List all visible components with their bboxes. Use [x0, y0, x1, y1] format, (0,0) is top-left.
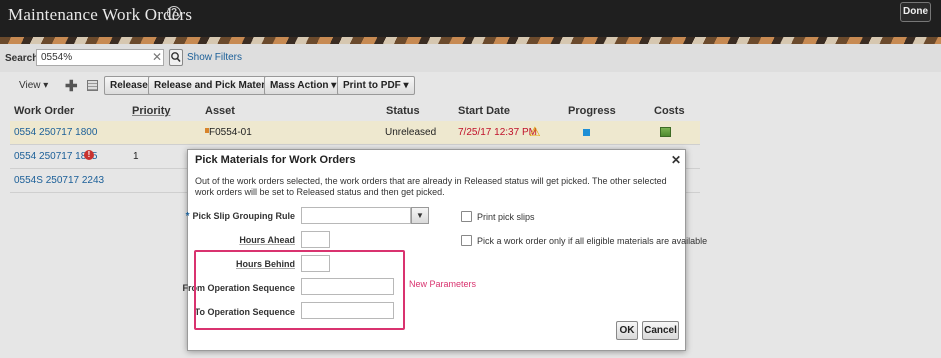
error-icon: !	[84, 150, 94, 160]
required-icon: *	[185, 211, 190, 222]
decorative-banner	[0, 37, 941, 44]
work-order-link[interactable]: 0554S 250717 2243	[14, 175, 104, 186]
print-to-pdf-button[interactable]: Print to PDF ▾	[337, 76, 415, 95]
priority-cell: 1	[133, 151, 139, 162]
column-costs[interactable]: Costs	[654, 105, 685, 117]
pick-all-eligible-label: Pick a work order only if all eligible m…	[477, 236, 708, 246]
close-icon[interactable]: ✕	[671, 153, 681, 167]
search-icon	[171, 52, 181, 63]
hours-ahead-input[interactable]	[301, 231, 330, 248]
mass-action-button[interactable]: Mass Action ▾	[264, 76, 343, 95]
grouping-rule-select[interactable]	[301, 207, 411, 224]
status-cell: Unreleased	[385, 127, 437, 138]
print-pick-slips-checkbox[interactable]	[461, 211, 472, 222]
search-bar: Search 0554% ✕ Show Filters	[0, 44, 941, 72]
table-header: Work Order Priority Asset Status Start D…	[0, 102, 941, 119]
column-status[interactable]: Status	[386, 105, 420, 117]
show-filters-link[interactable]: Show Filters	[187, 52, 242, 63]
search-label: Search	[5, 53, 39, 64]
column-progress[interactable]: Progress	[568, 105, 616, 117]
cancel-button[interactable]: Cancel	[642, 321, 679, 340]
progress-icon	[583, 129, 590, 136]
print-pick-slips-label: Print pick slips	[477, 212, 535, 222]
help-icon[interactable]: ?	[167, 6, 181, 20]
chevron-down-icon[interactable]: ▼	[411, 207, 429, 224]
app-header: Maintenance Work Orders ? Done	[0, 0, 941, 37]
view-menu[interactable]: View ▾	[19, 80, 48, 91]
add-icon[interactable]: ✚	[65, 77, 78, 95]
toolbar: View ▾ ✚ Release Release and Pick Materi…	[0, 74, 941, 98]
ok-button[interactable]: OK	[616, 321, 638, 340]
dialog-title: Pick Materials for Work Orders	[195, 154, 356, 166]
column-asset[interactable]: Asset	[205, 105, 235, 117]
clear-icon[interactable]: ✕	[152, 49, 162, 66]
search-button[interactable]	[169, 49, 183, 66]
dialog-description: Out of the work orders selected, the wor…	[195, 176, 667, 197]
hours-ahead-label: Hours Ahead	[239, 235, 295, 245]
column-priority[interactable]: Priority	[132, 105, 171, 117]
costs-icon[interactable]	[660, 127, 671, 137]
asset-cell: F0554-01	[209, 127, 252, 138]
release-button[interactable]: Release	[104, 76, 154, 95]
new-parameters-highlight	[194, 250, 405, 330]
column-work-order[interactable]: Work Order	[14, 105, 74, 117]
new-parameters-note: New Parameters	[409, 279, 477, 289]
work-order-link[interactable]: 0554 250717 1800	[14, 127, 97, 138]
grouping-rule-label: * Pick Slip Grouping Rule	[185, 211, 295, 222]
pick-materials-dialog: Pick Materials for Work Orders ✕ Out of …	[182, 149, 707, 351]
table-row[interactable]: 0554 250717 1800 F0554-01 Unreleased 7/2…	[10, 121, 700, 144]
page-title: Maintenance Work Orders	[8, 5, 193, 24]
done-button[interactable]: Done	[900, 2, 931, 22]
pick-all-eligible-checkbox[interactable]	[461, 235, 472, 246]
start-date-cell: 7/25/17 12:37 PM	[458, 127, 537, 138]
search-input[interactable]: 0554%	[36, 49, 164, 66]
warning-icon: ⚠	[529, 124, 541, 139]
detach-icon[interactable]	[87, 80, 98, 91]
column-start-date[interactable]: Start Date	[458, 105, 510, 117]
